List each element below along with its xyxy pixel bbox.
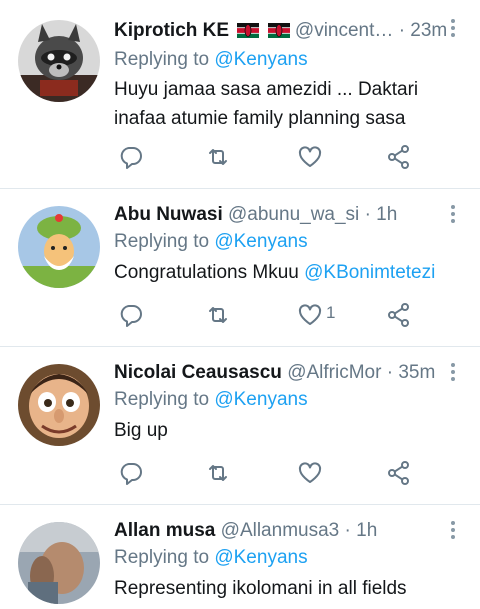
tweet-divider bbox=[0, 504, 480, 505]
separator-dot: · bbox=[344, 520, 351, 541]
tweet-divider bbox=[0, 346, 480, 347]
tweet-text-body: Congratulations Mkuu bbox=[114, 262, 305, 283]
user-handle[interactable]: @AlfricMor bbox=[287, 362, 381, 383]
separator-dot: · bbox=[364, 204, 371, 225]
user-handle[interactable]: @abunu_wa_si bbox=[228, 204, 359, 225]
replying-to-label: Replying to bbox=[114, 389, 210, 410]
tweet-header: Kiprotich KE @vincent… · 23m bbox=[114, 16, 447, 46]
tweet[interactable]: Nicolai Ceausascu @AlfricMor · 35m Reply… bbox=[0, 358, 480, 498]
reply-icon[interactable] bbox=[118, 460, 144, 488]
replying-to-line: Replying to @Kenyans bbox=[114, 228, 308, 256]
more-icon[interactable] bbox=[450, 18, 456, 38]
more-icon[interactable] bbox=[450, 362, 456, 382]
retweet-icon[interactable] bbox=[205, 302, 231, 330]
display-name[interactable]: Abu Nuwasi bbox=[114, 204, 223, 225]
retweet-icon[interactable] bbox=[205, 144, 231, 172]
tweet-actions: 1 bbox=[0, 302, 480, 332]
user-handle[interactable]: @vincent… bbox=[295, 20, 394, 41]
avatar[interactable] bbox=[18, 522, 100, 604]
replying-to-mention[interactable]: @Kenyans bbox=[214, 49, 307, 70]
replying-to-label: Replying to bbox=[114, 547, 210, 568]
avatar-photo-image bbox=[18, 522, 100, 604]
display-name[interactable]: Kiprotich KE bbox=[114, 20, 229, 41]
tweet-header: Allan musa @Allanmusa3 · 1h bbox=[114, 516, 377, 546]
avatar-caricature-image bbox=[18, 364, 100, 446]
tweet-text: Big up bbox=[114, 420, 168, 441]
avatar[interactable] bbox=[18, 364, 100, 446]
replying-to-line: Replying to @Kenyans bbox=[114, 46, 308, 74]
tweet-text: Huyu jamaa sasa amezidi ... Daktari inaf… bbox=[114, 79, 419, 129]
tweet[interactable]: Allan musa @Allanmusa3 · 1h Replying to … bbox=[0, 516, 480, 609]
avatar[interactable] bbox=[18, 206, 100, 288]
replying-to-label: Replying to bbox=[114, 231, 210, 252]
tweet-header: Abu Nuwasi @abunu_wa_si · 1h bbox=[114, 200, 397, 230]
separator-dot: · bbox=[386, 362, 394, 383]
tweet-actions bbox=[0, 460, 480, 490]
replying-to-label: Replying to bbox=[114, 49, 210, 70]
tweet[interactable]: Kiprotich KE @vincent… · 23m Replying to… bbox=[0, 14, 480, 184]
kenya-flag-icon bbox=[267, 23, 290, 38]
replying-to-line: Replying to @Kenyans bbox=[114, 544, 308, 572]
display-name[interactable]: Nicolai Ceausascu bbox=[114, 362, 282, 383]
reply-icon[interactable] bbox=[118, 302, 144, 330]
share-icon[interactable] bbox=[386, 460, 412, 488]
share-icon[interactable] bbox=[386, 302, 412, 330]
tweet-text-mention[interactable]: @KBonimtetezi bbox=[304, 262, 435, 283]
tweet-actions bbox=[0, 144, 480, 174]
like-count: 1 bbox=[326, 303, 336, 322]
timestamp[interactable]: 23m bbox=[410, 20, 447, 41]
separator-dot: · bbox=[398, 20, 406, 41]
replying-to-mention[interactable]: @Kenyans bbox=[214, 231, 307, 252]
avatar[interactable] bbox=[18, 20, 100, 102]
timestamp[interactable]: 35m bbox=[398, 362, 435, 383]
tweet-divider bbox=[0, 188, 480, 189]
like-icon[interactable] bbox=[297, 302, 323, 330]
display-name[interactable]: Allan musa bbox=[114, 520, 215, 541]
avatar-cartoon-image bbox=[18, 206, 100, 288]
tweet[interactable]: Abu Nuwasi @abunu_wa_si · 1h Replying to… bbox=[0, 200, 480, 340]
retweet-icon[interactable] bbox=[205, 460, 231, 488]
user-handle[interactable]: @Allanmusa3 bbox=[221, 520, 340, 541]
share-icon[interactable] bbox=[386, 144, 412, 172]
replying-to-mention[interactable]: @Kenyans bbox=[214, 389, 307, 410]
timestamp[interactable]: 1h bbox=[376, 204, 397, 225]
more-icon[interactable] bbox=[450, 204, 456, 224]
tweet-text: Congratulations Mkuu @KBonimtetezi bbox=[114, 258, 464, 287]
tweet-text: Representing ikolomani in all fields bbox=[114, 578, 407, 599]
avatar-raccoon-image bbox=[18, 20, 100, 102]
more-icon[interactable] bbox=[450, 520, 456, 540]
reply-icon[interactable] bbox=[118, 144, 144, 172]
like-icon[interactable] bbox=[297, 460, 323, 488]
timestamp[interactable]: 1h bbox=[356, 520, 377, 541]
kenya-flag-icon bbox=[237, 23, 260, 38]
like-icon[interactable] bbox=[297, 144, 323, 172]
tweet-header: Nicolai Ceausascu @AlfricMor · 35m bbox=[114, 358, 435, 388]
replying-to-line: Replying to @Kenyans bbox=[114, 386, 308, 414]
replying-to-mention[interactable]: @Kenyans bbox=[214, 547, 307, 568]
